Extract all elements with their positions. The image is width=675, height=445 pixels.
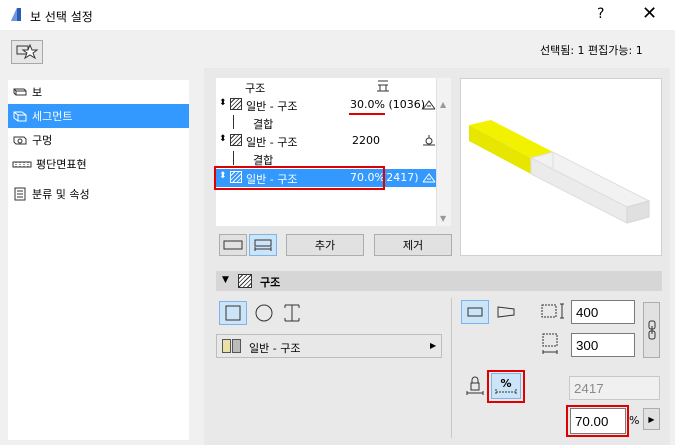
rectangular-profile-button[interactable] <box>219 301 247 325</box>
hole-icon <box>13 136 27 145</box>
segment-list-header: 구조 <box>245 82 266 95</box>
nav-label: 보 <box>32 86 43 99</box>
classification-icon <box>14 187 26 201</box>
nav-item-classification[interactable]: 분류 및 속성 <box>8 182 189 206</box>
taper-icon <box>422 100 436 110</box>
reorder-handle-icon[interactable]: ⬍ <box>219 134 227 144</box>
segment-value: 30.0% (1036) <box>350 98 426 111</box>
segment-row[interactable]: 결합 <box>216 114 436 132</box>
tapered-end-button[interactable] <box>493 300 519 324</box>
nav-item-segment[interactable]: 세그먼트 <box>8 104 189 128</box>
favorites-button[interactable] <box>11 40 43 64</box>
segment-label: 일반 - 구조 <box>246 100 298 113</box>
custom-profile-button[interactable] <box>280 301 304 325</box>
rectangle-end-icon <box>467 307 483 317</box>
nav-label: 구멍 <box>32 134 53 147</box>
section-title: 구조 <box>260 276 281 289</box>
rectangular-end-button[interactable] <box>461 300 489 324</box>
app-logo-icon <box>11 8 21 21</box>
selection-info: 선택됨: 1 편집가능: 1 <box>540 44 643 57</box>
profile-dropdown-value: 일반 - 구조 <box>249 342 301 355</box>
round-profile-button[interactable] <box>252 301 276 325</box>
height-input[interactable] <box>571 333 635 357</box>
circle-profile-icon <box>255 304 273 322</box>
segment-row[interactable]: ⬍ 일반 - 구조 2200 <box>216 132 436 150</box>
percent-menu-button[interactable]: ▶ <box>643 408 660 430</box>
chain-link-icon <box>648 320 655 340</box>
fill-swatch-icon <box>222 339 231 353</box>
segment-label: 결합 <box>253 118 274 131</box>
taper-end-icon <box>497 306 515 318</box>
height-icon <box>542 333 558 354</box>
floor-plan-icon <box>12 161 32 168</box>
straight-segment-button[interactable] <box>219 234 247 256</box>
section-divider <box>451 298 452 438</box>
i-beam-profile-icon <box>284 304 300 322</box>
nav-label: 분류 및 속성 <box>32 188 90 201</box>
add-segment-button[interactable]: 추가 <box>286 234 364 256</box>
fill-swatch-icon <box>232 339 241 353</box>
scroll-up-icon[interactable]: ▲ <box>440 100 446 109</box>
segment-label: 일반 - 구조 <box>246 136 298 149</box>
hatch-icon <box>230 98 242 110</box>
window-title: 보 선택 설정 <box>30 10 93 24</box>
highlight-box <box>214 166 385 190</box>
hatch-icon <box>230 134 242 146</box>
lock-length-icon[interactable] <box>466 376 484 396</box>
beam-3d-preview-icon <box>469 120 651 224</box>
nav-item-beam[interactable]: 보 <box>8 80 189 104</box>
percent-unit: % <box>629 414 640 427</box>
title-bar: 보 선택 설정 ? ✕ <box>0 0 675 30</box>
segment-extra: (2417) <box>382 171 419 184</box>
dropdown-arrow-icon: ▶ <box>430 341 437 350</box>
link-dimensions-button[interactable] <box>643 302 660 358</box>
remove-segment-button[interactable]: 제거 <box>374 234 452 256</box>
profile-dropdown[interactable]: 일반 - 구조 ▶ <box>216 334 442 358</box>
segment-list-scrollbar[interactable]: ▲ ▼ <box>436 78 451 226</box>
settings-nav: 보 세그먼트 구멍 평단면표현 분류 및 속성 <box>8 80 189 440</box>
nav-label: 세그먼트 <box>32 110 73 123</box>
nav-item-floor-plan[interactable]: 평단면표현 <box>8 152 189 176</box>
segment-value: 2200 <box>352 134 380 147</box>
beam-preview <box>460 78 662 256</box>
nav-label: 평단면표현 <box>36 158 87 171</box>
width-input[interactable] <box>571 300 635 324</box>
segment-icon <box>13 111 27 122</box>
highlight-box <box>566 405 629 437</box>
nav-item-hole[interactable]: 구멍 <box>8 128 189 152</box>
scroll-down-icon[interactable]: ▼ <box>440 214 446 223</box>
help-button[interactable]: ? <box>597 6 604 22</box>
structure-section-header[interactable]: ▼ 구조 <box>216 271 662 291</box>
structure-hatch-icon <box>238 274 252 288</box>
rectangle-segment-icon <box>223 240 243 250</box>
arrow-right-icon: ▶ <box>648 414 655 424</box>
rectangle-profile-icon <box>225 305 241 321</box>
length-column-icon <box>377 80 389 92</box>
close-button[interactable]: ✕ <box>642 3 657 24</box>
length-input-disabled <box>569 376 660 400</box>
collapse-arrow-icon[interactable]: ▼ <box>222 275 229 285</box>
reorder-handle-icon[interactable]: ⬍ <box>219 98 227 108</box>
segment-row[interactable]: ⬍ 일반 - 구조 30.0% (1036) <box>216 96 436 114</box>
width-icon <box>541 303 564 319</box>
highlight-box <box>487 370 525 403</box>
length-segment-icon <box>254 239 272 251</box>
lock-length-icon <box>423 135 435 146</box>
favorites-star-icon <box>16 43 39 60</box>
taper-icon <box>422 173 436 183</box>
beam-icon <box>13 88 27 96</box>
length-segment-button[interactable] <box>249 234 277 256</box>
